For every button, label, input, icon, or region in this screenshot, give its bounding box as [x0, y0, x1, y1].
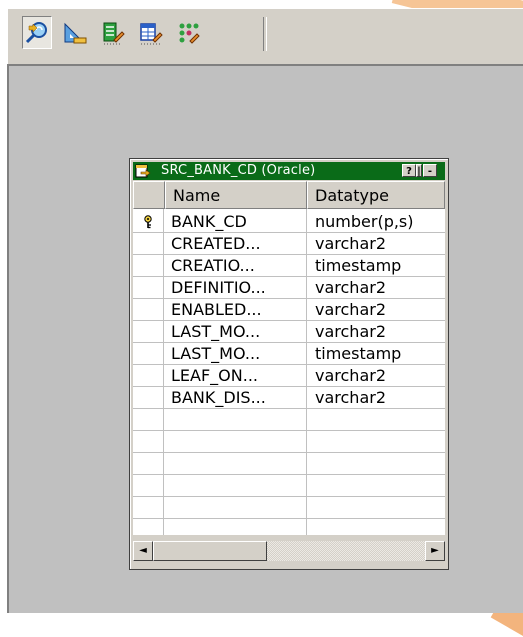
column-name-cell[interactable]: BANK_DIS... — [171, 387, 305, 409]
column-datatype-cell[interactable]: timestamp — [315, 255, 443, 277]
mapplet-designer-button[interactable] — [136, 16, 166, 49]
column-name-cell[interactable]: DEFINITIO... — [171, 277, 305, 299]
column-datatype-cell[interactable]: varchar2 — [315, 365, 443, 387]
datatype-column-header[interactable]: Datatype — [307, 181, 445, 209]
column-name-cell[interactable]: LAST_MO... — [171, 321, 305, 343]
column-datatype-cell[interactable]: varchar2 — [315, 299, 443, 321]
table-row[interactable]: LAST_MO... timestamp — [133, 343, 445, 365]
name-column-header[interactable]: Name — [165, 181, 307, 209]
mapping-designer-icon — [179, 23, 200, 44]
grid-row-divider — [133, 452, 445, 453]
table-row[interactable]: DEFINITIO... varchar2 — [133, 277, 445, 299]
table-row[interactable]: LAST_MO... varchar2 — [133, 321, 445, 343]
horizontal-scrollbar[interactable]: ◄ ► — [133, 541, 445, 561]
table-row[interactable]: CREATED... varchar2 — [133, 233, 445, 255]
grid-row-divider — [133, 496, 445, 497]
grid-corner-header — [133, 181, 165, 209]
source-window-titlebar[interactable]: SRC_BANK_CD (Oracle) ? | - — [133, 162, 445, 180]
grid-row-divider — [133, 518, 445, 519]
transformation-developer-button[interactable] — [98, 16, 128, 49]
column-name-cell[interactable]: ENABLED... — [171, 299, 305, 321]
transformation-developer-icon — [103, 22, 125, 44]
grid-row-divider — [133, 430, 445, 431]
scroll-thumb[interactable] — [153, 541, 267, 561]
scroll-left-button[interactable]: ◄ — [133, 541, 153, 561]
grid-row-divider — [133, 474, 445, 475]
table-row[interactable]: LEAF_ON... varchar2 — [133, 365, 445, 387]
pin-button[interactable]: | — [416, 164, 422, 177]
table-row[interactable]: BANK_DIS... varchar2 — [133, 387, 445, 409]
column-name-cell[interactable]: BANK_CD — [171, 211, 305, 233]
help-button[interactable]: ? — [402, 164, 416, 177]
column-name-cell[interactable]: CREATED... — [171, 233, 305, 255]
source-analyzer-icon — [25, 21, 47, 43]
source-definition-window[interactable]: SRC_BANK_CD (Oracle) ? | - Name Datatype… — [129, 158, 449, 570]
column-name-cell[interactable]: LEAF_ON... — [171, 365, 305, 387]
column-datatype-cell[interactable]: varchar2 — [315, 233, 443, 255]
column-datatype-cell[interactable]: varchar2 — [315, 321, 443, 343]
target-designer-icon — [64, 22, 87, 43]
mapping-designer-button[interactable] — [174, 16, 204, 49]
source-window-title: SRC_BANK_CD (Oracle) — [161, 163, 316, 178]
column-datatype-cell[interactable]: varchar2 — [315, 387, 443, 409]
column-datatype-cell[interactable]: varchar2 — [315, 277, 443, 299]
table-row[interactable]: BANK_CD number(p,s) — [133, 211, 445, 233]
table-row[interactable]: ENABLED... varchar2 — [133, 299, 445, 321]
toolbar-separator — [263, 17, 267, 51]
minimize-button[interactable]: - — [423, 164, 437, 177]
table-row[interactable]: CREATIO... timestamp — [133, 255, 445, 277]
source-analyzer-button[interactable] — [22, 16, 52, 49]
column-datatype-cell[interactable]: timestamp — [315, 343, 443, 365]
primary-key-icon — [144, 215, 152, 229]
columns-grid: Name Datatype BANK_CD number(p,s) CREATED.… — [133, 181, 445, 535]
designer-toolbar — [7, 8, 523, 64]
column-name-cell[interactable]: LAST_MO... — [171, 343, 305, 365]
target-designer-button[interactable] — [60, 16, 90, 49]
scroll-right-button[interactable]: ► — [425, 541, 445, 561]
column-datatype-cell[interactable]: number(p,s) — [315, 211, 443, 233]
column-name-cell[interactable]: CREATIO... — [171, 255, 305, 277]
source-table-icon — [135, 164, 151, 178]
mapplet-designer-icon — [140, 22, 163, 44]
